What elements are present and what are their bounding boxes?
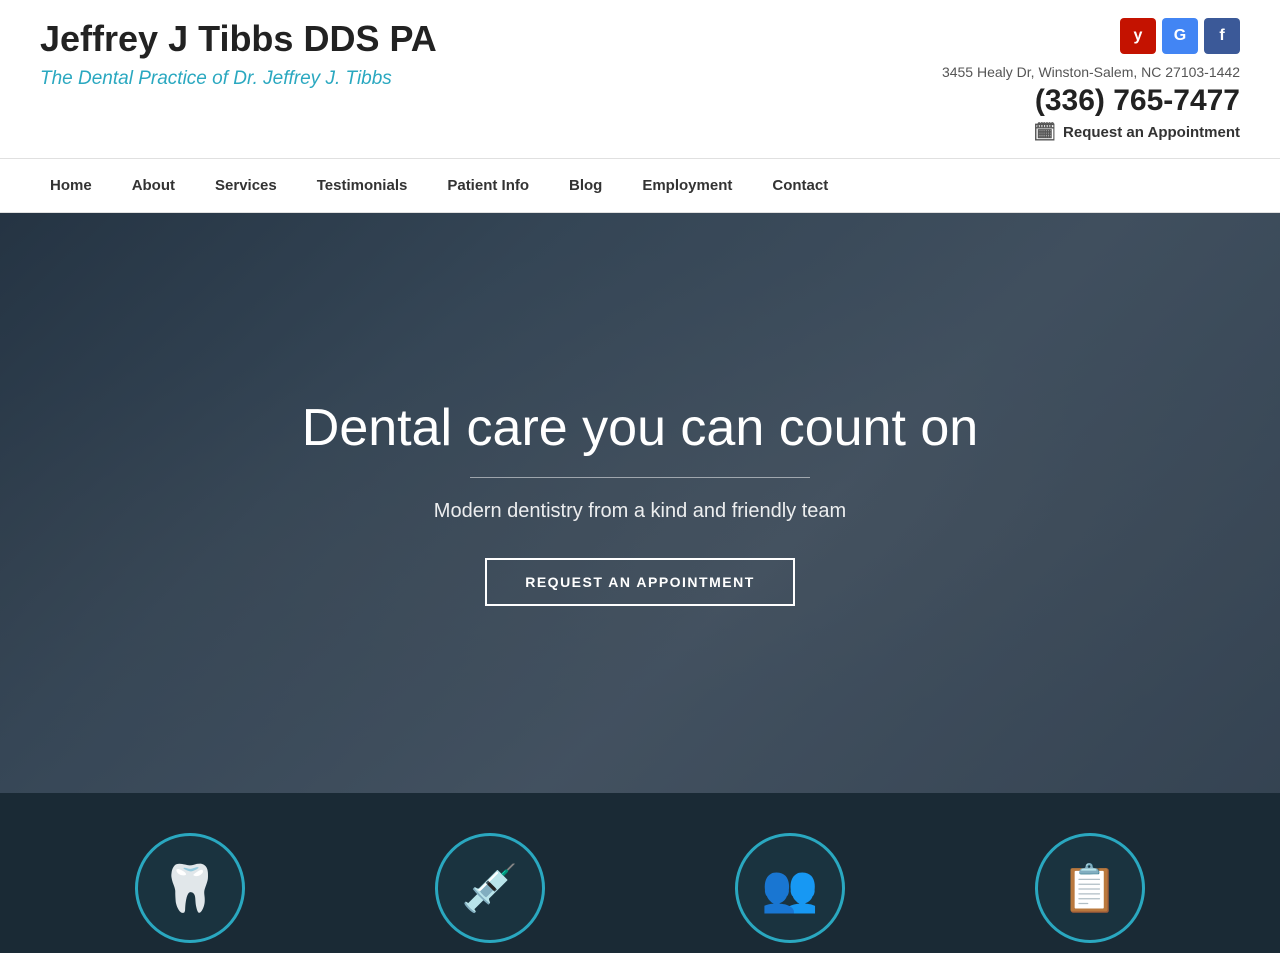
needle-circle: 💉: [435, 833, 545, 943]
hero-title: Dental care you can count on: [302, 400, 978, 457]
hero-cta-button[interactable]: REQUEST AN APPOINTMENT: [485, 558, 795, 606]
logo-title: Jeffrey J Tibbs DDS PA: [40, 18, 437, 60]
hero-section: Dental care you can count on Modern dent…: [0, 213, 1280, 793]
calendar-icon: 🗓: [1033, 122, 1056, 143]
header-right: y G f 3455 Healy Dr, Winston-Salem, NC 2…: [942, 18, 1240, 143]
appointment-link[interactable]: 🗓 Request an Appointment: [1033, 122, 1240, 143]
google-icon[interactable]: G: [1162, 18, 1198, 54]
site-header: Jeffrey J Tibbs DDS PA The Dental Practi…: [0, 0, 1280, 158]
team-icon: 👥: [761, 861, 818, 916]
icons-section: 🦷 💉 👥 📋: [0, 793, 1280, 953]
nav-item-blog[interactable]: Blog: [549, 159, 622, 212]
yelp-icon[interactable]: y: [1120, 18, 1156, 54]
main-nav: Home About Services Testimonials Patient…: [0, 158, 1280, 213]
facebook-icon[interactable]: f: [1204, 18, 1240, 54]
hero-content: Dental care you can count on Modern dent…: [302, 400, 978, 606]
team-circle: 👥: [735, 833, 845, 943]
address: 3455 Healy Dr, Winston-Salem, NC 27103-1…: [942, 64, 1240, 80]
nav-item-contact[interactable]: Contact: [752, 159, 848, 212]
logo-subtitle: The Dental Practice of Dr. Jeffrey J. Ti…: [40, 66, 437, 92]
tooth-circle: 🦷: [135, 833, 245, 943]
hero-divider: [470, 477, 810, 478]
nav-item-home[interactable]: Home: [30, 159, 112, 212]
clipboard-icon: 📋: [1061, 861, 1118, 916]
tooth-icon: 🦷: [161, 861, 218, 916]
social-icons: y G f: [1120, 18, 1240, 54]
nav-item-employment[interactable]: Employment: [622, 159, 752, 212]
hero-subtitle: Modern dentistry from a kind and friendl…: [302, 500, 978, 523]
needle-icon: 💉: [461, 861, 518, 916]
nav-item-testimonials[interactable]: Testimonials: [297, 159, 428, 212]
nav-item-about[interactable]: About: [112, 159, 195, 212]
nav-item-services[interactable]: Services: [195, 159, 297, 212]
appointment-label: Request an Appointment: [1063, 124, 1240, 141]
clipboard-circle: 📋: [1035, 833, 1145, 943]
nav-list: Home About Services Testimonials Patient…: [0, 159, 1280, 212]
nav-item-patient-info[interactable]: Patient Info: [427, 159, 549, 212]
phone-number: (336) 765-7477: [1035, 84, 1240, 118]
logo-section: Jeffrey J Tibbs DDS PA The Dental Practi…: [40, 18, 437, 92]
